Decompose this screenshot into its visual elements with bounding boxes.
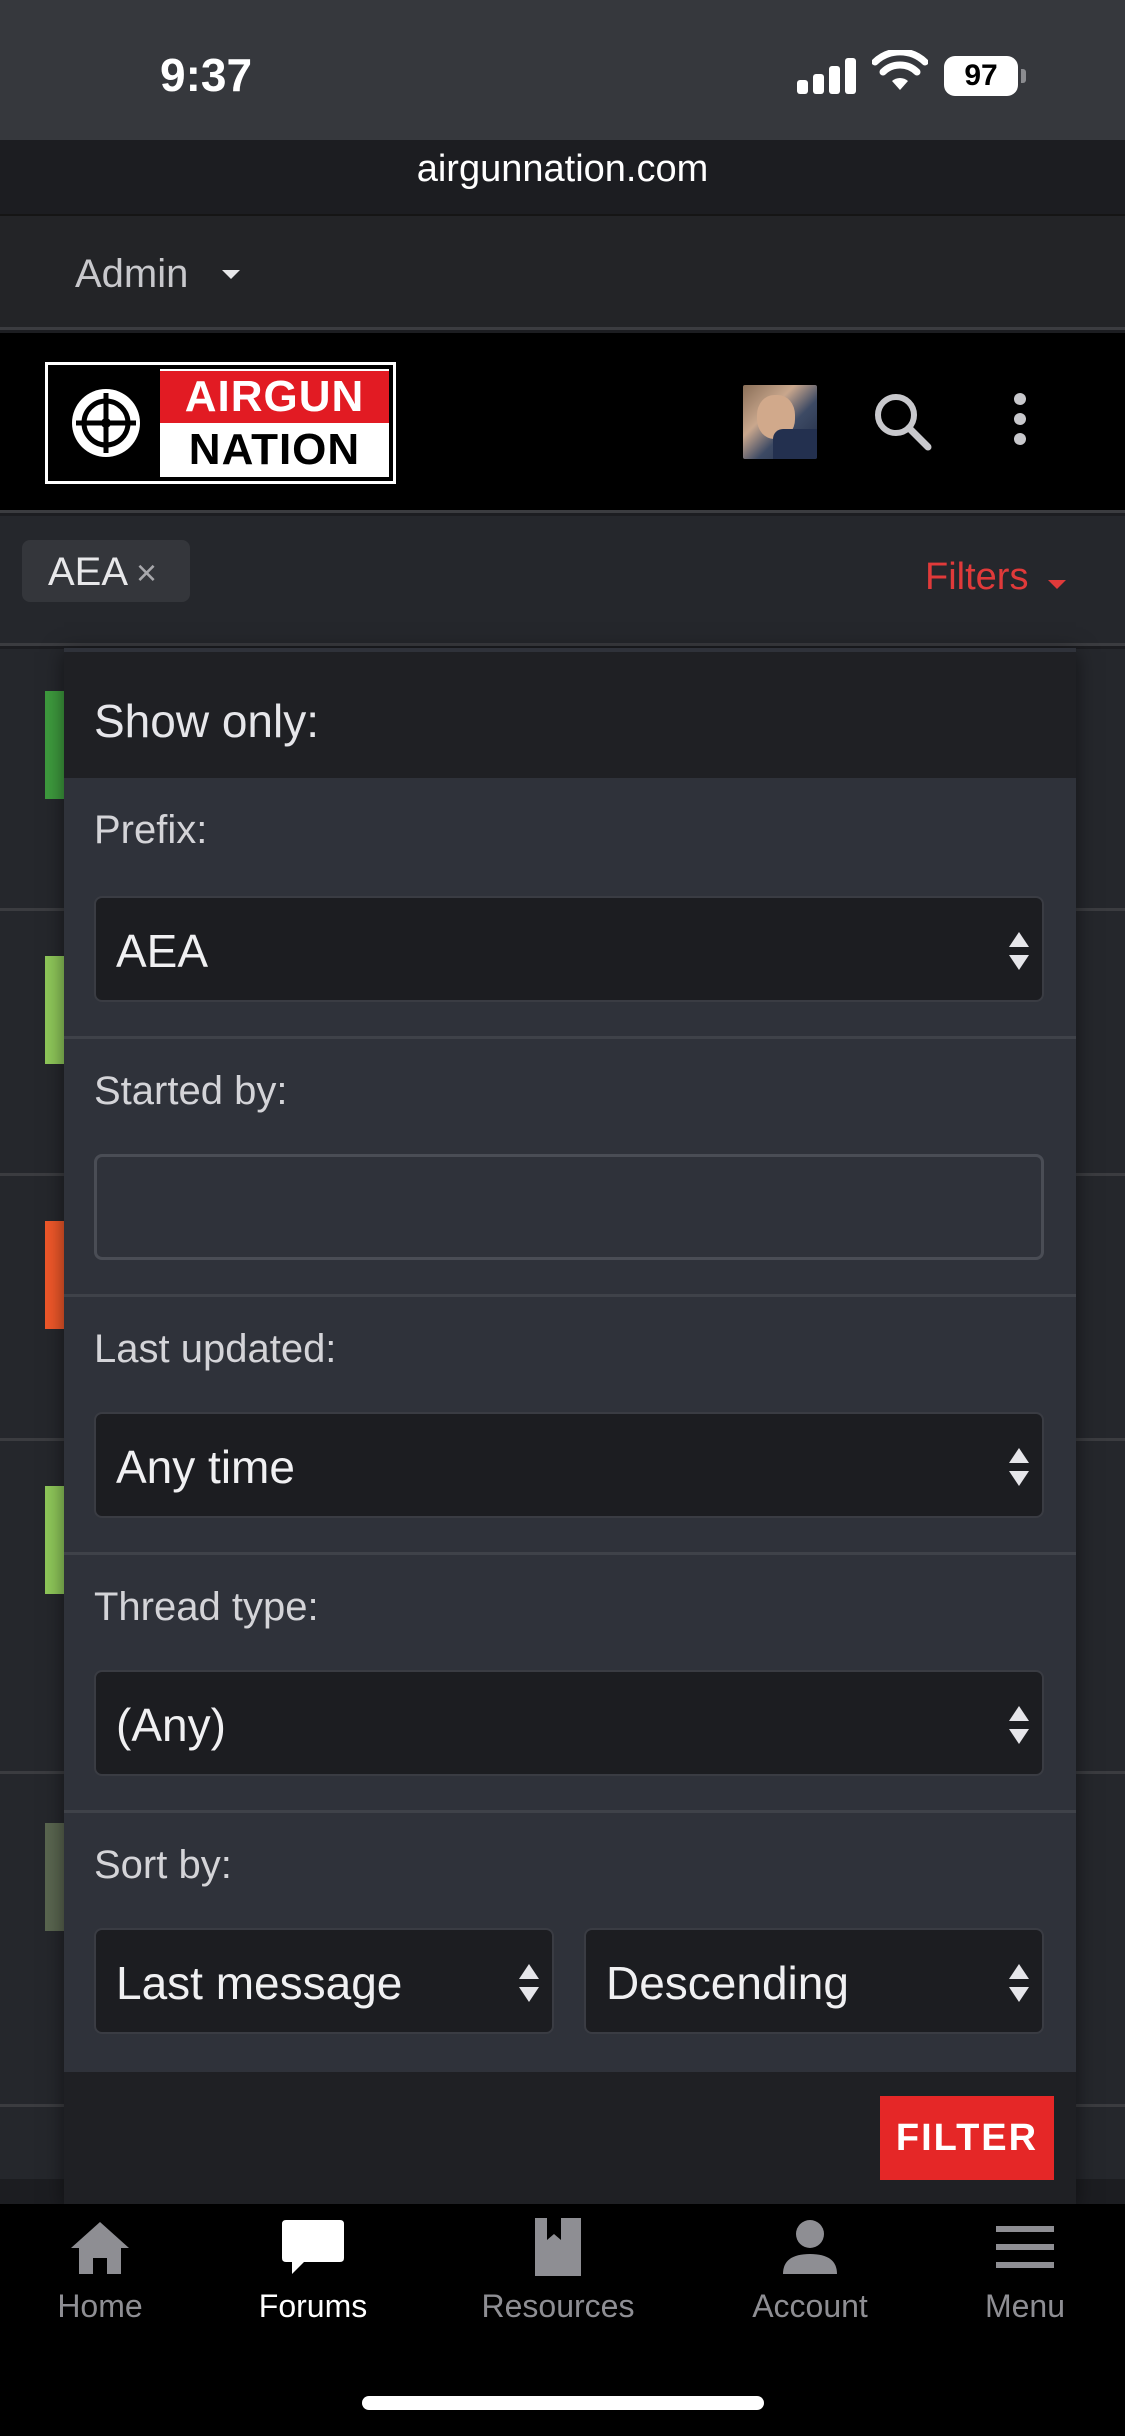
- clock: 9:37: [160, 49, 253, 101]
- last-updated-select-value: Any time: [116, 1441, 295, 1493]
- sort-by-section: Sort by: Last message Descending: [64, 1810, 1076, 2072]
- chevron-down-icon: [222, 270, 240, 279]
- thread-prefix-stripe: [45, 691, 65, 799]
- tab-home[interactable]: Home: [0, 2214, 200, 2334]
- more-vertical-icon[interactable]: [1000, 387, 1040, 457]
- close-icon[interactable]: ×: [136, 552, 157, 594]
- chip-label: AEA: [48, 550, 129, 594]
- tab-resources-label: Resources: [481, 2288, 635, 2324]
- select-arrows-icon: [1009, 1964, 1029, 2002]
- thread-prefix-stripe: [45, 1486, 65, 1594]
- last-updated-select[interactable]: Any time: [94, 1412, 1044, 1518]
- filter-submit-button[interactable]: FILTER: [880, 2096, 1054, 2180]
- logo-text-airgun: AIRGUN: [160, 371, 389, 423]
- select-arrows-icon: [1009, 1448, 1029, 1486]
- filters-dropdown-toggle[interactable]: Filters: [925, 556, 1028, 599]
- prefix-section: Prefix: AEA: [64, 778, 1076, 1036]
- thread-type-select-value: (Any): [116, 1699, 226, 1751]
- panel-header: Show only:: [64, 648, 1076, 778]
- sort-field-select-value: Last message: [116, 1957, 403, 2009]
- status-bar: 9:37 97 airgunnation.com: [0, 0, 1125, 190]
- last-updated-label: Last updated:: [94, 1327, 337, 1371]
- site-logo[interactable]: AIRGUN NATION: [45, 362, 396, 484]
- admin-bar: Admin: [0, 214, 1125, 330]
- tab-forums[interactable]: Forums: [213, 2214, 413, 2334]
- started-by-label: Started by:: [94, 1069, 288, 1113]
- logo-text-nation: NATION: [188, 425, 361, 474]
- home-indicator[interactable]: [362, 2396, 764, 2410]
- select-arrows-icon: [1009, 1706, 1029, 1744]
- filter-panel: Show only: Prefix: AEA Started by: Last …: [64, 648, 1076, 2204]
- prefix-label: Prefix:: [94, 808, 208, 852]
- select-arrows-icon: [519, 1964, 539, 2002]
- prefix-select-value: AEA: [116, 925, 209, 977]
- admin-menu-button[interactable]: Admin: [75, 252, 188, 297]
- started-by-section: Started by:: [64, 1036, 1076, 1294]
- battery-icon: 97: [944, 56, 1026, 96]
- address-bar-url[interactable]: airgunnation.com: [0, 148, 1125, 191]
- tab-menu-label: Menu: [984, 2288, 1066, 2324]
- started-by-input[interactable]: [94, 1154, 1044, 1260]
- hamburger-icon: [996, 2226, 1054, 2268]
- tab-resources[interactable]: Resources: [458, 2214, 658, 2334]
- active-filter-chip[interactable]: AEA ×: [22, 540, 190, 602]
- sort-by-label: Sort by:: [94, 1843, 232, 1887]
- sort-direction-select-value: Descending: [606, 1957, 849, 2009]
- thread-type-select[interactable]: (Any): [94, 1670, 1044, 1776]
- tab-home-label: Home: [57, 2288, 143, 2324]
- thread-prefix-stripe: [45, 1221, 65, 1329]
- search-icon[interactable]: [868, 387, 938, 457]
- last-updated-section: Last updated: Any time: [64, 1294, 1076, 1552]
- home-icon: [71, 2222, 129, 2274]
- filter-bar: AEA × Filters: [0, 516, 1125, 646]
- site-header: AIRGUN NATION: [0, 333, 1125, 513]
- book-icon: [535, 2218, 581, 2276]
- chat-bubble-icon: [282, 2220, 344, 2274]
- sort-field-select[interactable]: Last message: [94, 1928, 554, 2034]
- thread-prefix-stripe: [45, 956, 65, 1064]
- thread-type-label: Thread type:: [94, 1585, 319, 1629]
- person-icon: [783, 2220, 837, 2274]
- panel-footer: FILTER: [64, 2072, 1076, 2204]
- tab-account-label: Account: [752, 2288, 868, 2324]
- battery-level: 97: [944, 56, 1018, 96]
- crosshair-logo-icon: [52, 369, 160, 477]
- cellular-signal-icon: [797, 56, 857, 94]
- caret-down-icon: [1048, 580, 1066, 589]
- tab-account[interactable]: Account: [710, 2214, 910, 2334]
- thread-type-section: Thread type: (Any): [64, 1552, 1076, 1810]
- prefix-select[interactable]: AEA: [94, 896, 1044, 1002]
- panel-title: Show only:: [94, 695, 320, 747]
- tab-forums-label: Forums: [258, 2288, 368, 2324]
- tab-menu[interactable]: Menu: [925, 2214, 1125, 2334]
- avatar[interactable]: [743, 385, 817, 459]
- select-arrows-icon: [1009, 932, 1029, 970]
- thread-thumbnail: [45, 1823, 65, 1931]
- sort-direction-select[interactable]: Descending: [584, 1928, 1044, 2034]
- wifi-icon: [872, 50, 928, 90]
